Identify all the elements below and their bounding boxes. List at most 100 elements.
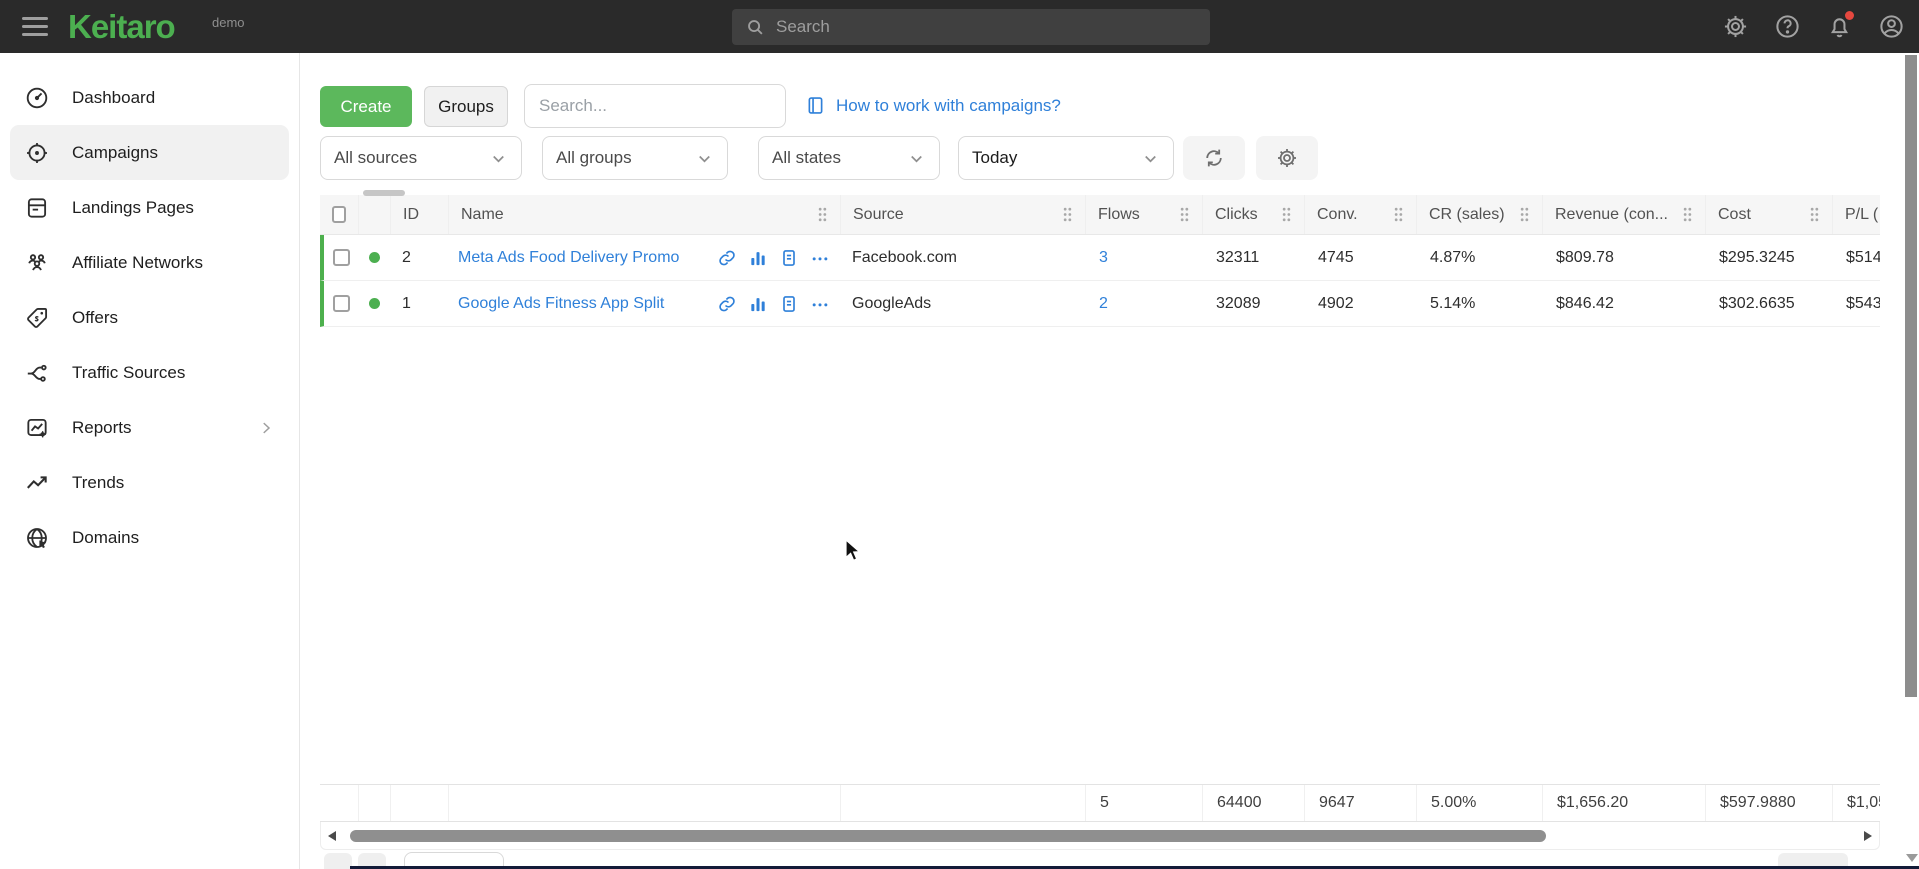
account-icon[interactable] bbox=[1878, 13, 1905, 40]
horizontal-scrollbar[interactable] bbox=[320, 822, 1880, 850]
column-header-name[interactable]: Name bbox=[448, 195, 840, 234]
column-header-cost[interactable]: Cost bbox=[1705, 195, 1832, 234]
scroll-right-arrow[interactable] bbox=[1864, 831, 1872, 841]
pagination-prev-button[interactable] bbox=[324, 853, 352, 869]
campaign-log-icon[interactable] bbox=[779, 248, 799, 268]
sidebar-item-affiliate-networks[interactable]: Affiliate Networks bbox=[10, 235, 289, 290]
vertical-scrollbar-thumb[interactable] bbox=[1905, 55, 1917, 697]
date-range-value: Today bbox=[972, 148, 1017, 168]
status-active-dot bbox=[369, 298, 380, 309]
sidebar-item-offers[interactable]: Offers bbox=[10, 290, 289, 345]
flows-count-link[interactable]: 3 bbox=[1099, 249, 1108, 266]
chevron-down-icon bbox=[489, 149, 508, 168]
sidebar-item-campaigns[interactable]: Campaigns bbox=[10, 125, 289, 180]
row-checkbox[interactable] bbox=[333, 295, 350, 312]
help-icon[interactable] bbox=[1774, 13, 1801, 40]
column-header-pl[interactable]: P/L ( bbox=[1832, 195, 1880, 234]
scroll-down-arrow[interactable] bbox=[1906, 854, 1918, 862]
campaign-log-icon[interactable] bbox=[779, 294, 799, 314]
cost-value: $302.6635 bbox=[1705, 295, 1832, 313]
column-header-flows[interactable]: Flows bbox=[1085, 195, 1202, 234]
drag-handle-icon[interactable] bbox=[817, 206, 828, 223]
states-filter-dropdown[interactable]: All states bbox=[758, 136, 940, 180]
chevron-down-icon bbox=[1141, 149, 1160, 168]
column-resize-indicator[interactable] bbox=[363, 190, 405, 196]
table-row: 2 Meta Ads Food Delivery Promo Facebook.… bbox=[320, 235, 1880, 281]
column-header-id[interactable]: ID bbox=[390, 195, 448, 234]
domains-globe-icon bbox=[24, 525, 50, 551]
date-range-dropdown[interactable]: Today bbox=[958, 136, 1174, 180]
notification-badge bbox=[1845, 11, 1854, 20]
select-all-checkbox[interactable] bbox=[332, 206, 346, 223]
groups-filter-dropdown[interactable]: All groups bbox=[542, 136, 728, 180]
totals-cr: 5.00% bbox=[1416, 785, 1542, 821]
campaign-link-icon[interactable] bbox=[717, 248, 737, 268]
refresh-icon bbox=[1202, 146, 1226, 170]
status-active-dot bbox=[369, 252, 380, 263]
more-actions-icon[interactable] bbox=[810, 294, 830, 314]
campaign-id: 1 bbox=[390, 295, 448, 313]
campaign-stats-icon[interactable] bbox=[748, 248, 768, 268]
more-actions-icon[interactable] bbox=[810, 248, 830, 268]
flows-count-link[interactable]: 2 bbox=[1099, 295, 1108, 312]
sources-filter-dropdown[interactable]: All sources bbox=[320, 136, 522, 180]
sidebar-item-label: Trends bbox=[72, 473, 124, 493]
row-checkbox[interactable] bbox=[333, 249, 350, 266]
drag-handle-icon[interactable] bbox=[1809, 206, 1820, 223]
sidebar-item-dashboard[interactable]: Dashboard bbox=[10, 70, 289, 125]
table-settings-button[interactable] bbox=[1256, 136, 1318, 180]
sidebar-item-trends[interactable]: Trends bbox=[10, 455, 289, 510]
column-header-conv[interactable]: Conv. bbox=[1304, 195, 1416, 234]
how-to-work-link[interactable]: How to work with campaigns? bbox=[836, 96, 1061, 116]
hamburger-menu-icon[interactable] bbox=[22, 17, 48, 36]
campaigns-search-input[interactable] bbox=[524, 84, 786, 128]
drag-handle-icon[interactable] bbox=[1281, 206, 1292, 223]
landings-pages-icon bbox=[24, 195, 50, 221]
groups-button[interactable]: Groups bbox=[424, 86, 508, 127]
create-button[interactable]: Create bbox=[320, 86, 412, 127]
drag-handle-icon[interactable] bbox=[1682, 206, 1693, 223]
totals-row: 5 64400 9647 5.00% $1,656.20 $597.9880 $… bbox=[320, 784, 1880, 822]
pl-value: $514 bbox=[1832, 249, 1880, 267]
cr-value: 4.87% bbox=[1416, 249, 1542, 267]
refresh-button[interactable] bbox=[1183, 136, 1245, 180]
sidebar-item-label: Offers bbox=[72, 308, 118, 328]
campaign-stats-icon[interactable] bbox=[748, 294, 768, 314]
column-header-clicks[interactable]: Clicks bbox=[1202, 195, 1304, 234]
global-search-input[interactable] bbox=[776, 17, 1176, 37]
sidebar-item-reports[interactable]: Reports bbox=[10, 400, 289, 455]
drag-handle-icon[interactable] bbox=[1519, 206, 1530, 223]
drag-handle-icon[interactable] bbox=[1393, 206, 1404, 223]
column-header-cr[interactable]: CR (sales) bbox=[1416, 195, 1542, 234]
cost-value: $295.3245 bbox=[1705, 249, 1832, 267]
drag-handle-icon[interactable] bbox=[1062, 206, 1073, 223]
campaign-source: GoogleAds bbox=[840, 295, 1085, 313]
sidebar-item-traffic-sources[interactable]: Traffic Sources bbox=[10, 345, 289, 400]
sidebar-item-landings-pages[interactable]: Landings Pages bbox=[10, 180, 289, 235]
campaign-name-link[interactable]: Google Ads Fitness App Split bbox=[458, 295, 664, 313]
gear-icon bbox=[1275, 146, 1299, 170]
campaign-link-icon[interactable] bbox=[717, 294, 737, 314]
global-search[interactable] bbox=[732, 9, 1210, 45]
affiliate-networks-icon bbox=[24, 250, 50, 276]
campaign-name-link[interactable]: Meta Ads Food Delivery Promo bbox=[458, 249, 679, 267]
chevron-down-icon bbox=[695, 149, 714, 168]
cr-value: 5.14% bbox=[1416, 295, 1542, 313]
revenue-value: $809.78 bbox=[1542, 249, 1705, 267]
dashboard-icon bbox=[24, 85, 50, 111]
sidebar-item-label: Dashboard bbox=[72, 88, 155, 108]
notifications-bell-icon[interactable] bbox=[1826, 13, 1853, 40]
main-content: Create Groups How to work with campaigns… bbox=[300, 53, 1919, 869]
horizontal-scrollbar-thumb[interactable] bbox=[350, 830, 1546, 842]
app-logo[interactable]: Keitaro bbox=[68, 8, 175, 46]
scroll-left-arrow[interactable] bbox=[328, 831, 336, 841]
sidebar-item-domains[interactable]: Domains bbox=[10, 510, 289, 565]
column-header-source[interactable]: Source bbox=[840, 195, 1085, 234]
drag-handle-icon[interactable] bbox=[1179, 206, 1190, 223]
topbar: Keitaro demo bbox=[0, 0, 1919, 53]
column-header-revenue[interactable]: Revenue (con... bbox=[1542, 195, 1705, 234]
revenue-value: $846.42 bbox=[1542, 295, 1705, 313]
settings-gear-icon[interactable] bbox=[1722, 13, 1749, 40]
sidebar-item-label: Reports bbox=[72, 418, 132, 438]
campaign-id: 2 bbox=[390, 249, 448, 267]
